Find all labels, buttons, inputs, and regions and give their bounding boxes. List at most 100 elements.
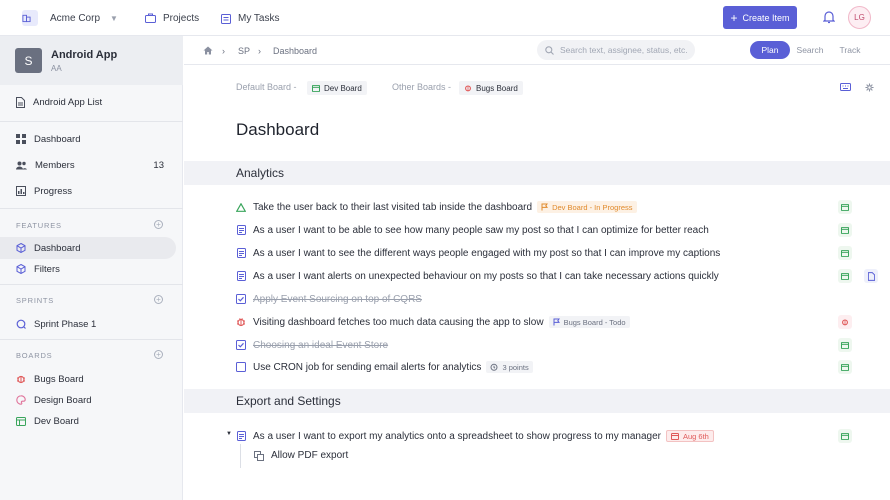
search-input[interactable]: Search text, assignee, status, etc. xyxy=(537,40,695,60)
due-date-tag[interactable]: Aug 6th xyxy=(665,430,714,442)
dev-board-badge-icon[interactable] xyxy=(838,429,852,443)
sidebar-item-label: Progress xyxy=(34,185,73,197)
calendar-icon xyxy=(670,433,679,440)
divider xyxy=(0,284,183,285)
task-text: As a user I want to export my analytics … xyxy=(253,430,661,442)
sidebar-item-feature-filters[interactable]: Filters xyxy=(0,258,183,280)
dev-board-badge-icon[interactable] xyxy=(838,269,852,283)
add-sprint-icon[interactable]: + xyxy=(154,295,163,304)
sidebar-item-members[interactable]: Members 13 xyxy=(0,154,183,176)
sidebar-item-dashboard[interactable]: Dashboard xyxy=(0,128,183,150)
nav-projects[interactable]: Projects xyxy=(145,0,199,36)
document-icon xyxy=(16,96,25,108)
bug-icon xyxy=(465,85,471,92)
checkbox-empty-icon[interactable] xyxy=(236,362,246,372)
sidebar-item-label: Dashboard xyxy=(34,242,81,254)
org-icon xyxy=(22,10,38,26)
cube-icon xyxy=(16,243,26,253)
task-row[interactable]: As a user I want to see the different wa… xyxy=(236,244,720,262)
sidebar-item-sprint-phase-1[interactable]: Sprint Phase 1 xyxy=(0,313,183,335)
section-export-settings[interactable]: Export and Settings xyxy=(184,389,890,413)
task-row[interactable]: Visiting dashboard fetches too much data… xyxy=(236,313,630,331)
keyboard-icon[interactable] xyxy=(840,83,851,94)
default-board-label: Default Board - xyxy=(236,82,297,92)
task-row[interactable]: As a user I want to export my analytics … xyxy=(236,427,714,445)
nav-my-tasks[interactable]: My Tasks xyxy=(221,0,280,36)
sidebar-item-feature-dashboard[interactable]: Dashboard xyxy=(0,237,176,259)
chevron-right-icon: › xyxy=(258,45,261,56)
status-tag[interactable]: Bugs Board - Todo xyxy=(548,316,630,328)
nav-my-tasks-label: My Tasks xyxy=(238,12,280,24)
create-item-label: Create Item xyxy=(742,12,790,23)
status-tag-label: Bugs Board - Todo xyxy=(563,317,626,327)
bugs-board-badge-icon[interactable] xyxy=(838,315,852,329)
project-header[interactable]: S Android App AA xyxy=(0,36,183,85)
subtask-connector xyxy=(240,444,241,468)
document-icon[interactable] xyxy=(864,269,878,283)
points-tag-label: 3 points xyxy=(502,362,529,372)
chart-icon xyxy=(16,186,26,196)
nav-projects-label: Projects xyxy=(163,12,200,24)
dev-board-badge-icon[interactable] xyxy=(838,338,852,352)
sprint-icon xyxy=(16,319,26,329)
sidebar-item-progress[interactable]: Progress xyxy=(0,180,183,202)
task-row[interactable]: Choosing an ideal Event Store xyxy=(236,336,388,354)
subtask-text: Allow PDF export xyxy=(271,450,349,461)
sidebar-item-list[interactable]: Android App List xyxy=(0,91,183,113)
top-bar: Acme Corp ▼ Projects My Tasks + Create I… xyxy=(0,0,890,36)
add-feature-icon[interactable]: + xyxy=(154,220,163,229)
default-board-chip[interactable]: Dev Board xyxy=(307,81,367,95)
project-avatar: S xyxy=(15,48,42,73)
notifications-bell-icon[interactable] xyxy=(822,10,836,27)
subtask-icon xyxy=(254,450,264,461)
subtask-row[interactable]: Allow PDF export xyxy=(254,450,348,461)
task-row[interactable]: Use CRON job for sending email alerts fo… xyxy=(236,358,533,376)
sidebar-item-design-board[interactable]: Design Board xyxy=(0,389,183,411)
dev-board-badge-icon[interactable] xyxy=(838,360,852,374)
dev-board-badge-icon[interactable] xyxy=(838,200,852,214)
divider xyxy=(0,339,183,340)
story-icon xyxy=(236,225,246,235)
timer-icon xyxy=(490,363,498,371)
cube-icon xyxy=(16,264,26,274)
gear-icon[interactable] xyxy=(865,83,874,95)
divider xyxy=(0,121,183,122)
task-row[interactable]: Apply Event Sourcing on top of CQRS xyxy=(236,290,422,308)
task-row[interactable]: As a user I want to be able to see how m… xyxy=(236,221,709,239)
sidebar: S Android App AA Android App List Dashbo… xyxy=(0,36,183,500)
dev-board-badge-icon[interactable] xyxy=(838,246,852,260)
breadcrumb-project[interactable]: SP xyxy=(238,36,250,65)
boards-heading: BOARDS xyxy=(16,351,53,360)
other-board-chip[interactable]: Bugs Board xyxy=(459,81,523,95)
org-switcher[interactable]: Acme Corp ▼ xyxy=(22,0,118,36)
home-icon[interactable] xyxy=(203,36,213,65)
tab-track[interactable]: Track xyxy=(832,41,868,59)
sidebar-item-label: Filters xyxy=(34,263,60,275)
collapse-caret-icon[interactable]: ▼ xyxy=(226,431,232,437)
points-tag[interactable]: 3 points xyxy=(486,361,533,373)
task-text: As a user I want alerts on unexpected be… xyxy=(253,270,719,282)
sidebar-item-label: Sprint Phase 1 xyxy=(34,318,97,330)
user-avatar[interactable]: LG xyxy=(848,6,871,29)
task-row[interactable]: Take the user back to their last visited… xyxy=(236,198,637,216)
add-board-icon[interactable]: + xyxy=(154,350,163,359)
default-board-name: Dev Board xyxy=(324,83,362,93)
grid-icon xyxy=(16,134,26,144)
story-icon xyxy=(236,248,246,258)
sidebar-item-label: Members xyxy=(35,159,75,171)
tab-plan[interactable]: Plan xyxy=(750,41,790,59)
board-icon xyxy=(312,84,320,92)
breadcrumb-page[interactable]: Dashboard xyxy=(273,36,317,65)
section-title: Export and Settings xyxy=(236,394,341,408)
tab-search[interactable]: Search xyxy=(792,41,828,59)
dev-board-badge-icon[interactable] xyxy=(838,223,852,237)
sprints-heading: SPRINTS xyxy=(16,296,55,305)
task-row[interactable]: As a user I want alerts on unexpected be… xyxy=(236,267,719,285)
status-tag[interactable]: Dev Board - In Progress xyxy=(537,201,637,213)
sidebar-item-dev-board[interactable]: Dev Board xyxy=(0,410,183,432)
section-analytics[interactable]: Analytics xyxy=(184,161,890,185)
sidebar-item-bugs-board[interactable]: Bugs Board xyxy=(0,368,183,390)
checkbox-checked-icon[interactable] xyxy=(236,294,246,304)
create-item-button[interactable]: + Create Item xyxy=(723,6,797,29)
checkbox-checked-icon[interactable] xyxy=(236,340,246,350)
